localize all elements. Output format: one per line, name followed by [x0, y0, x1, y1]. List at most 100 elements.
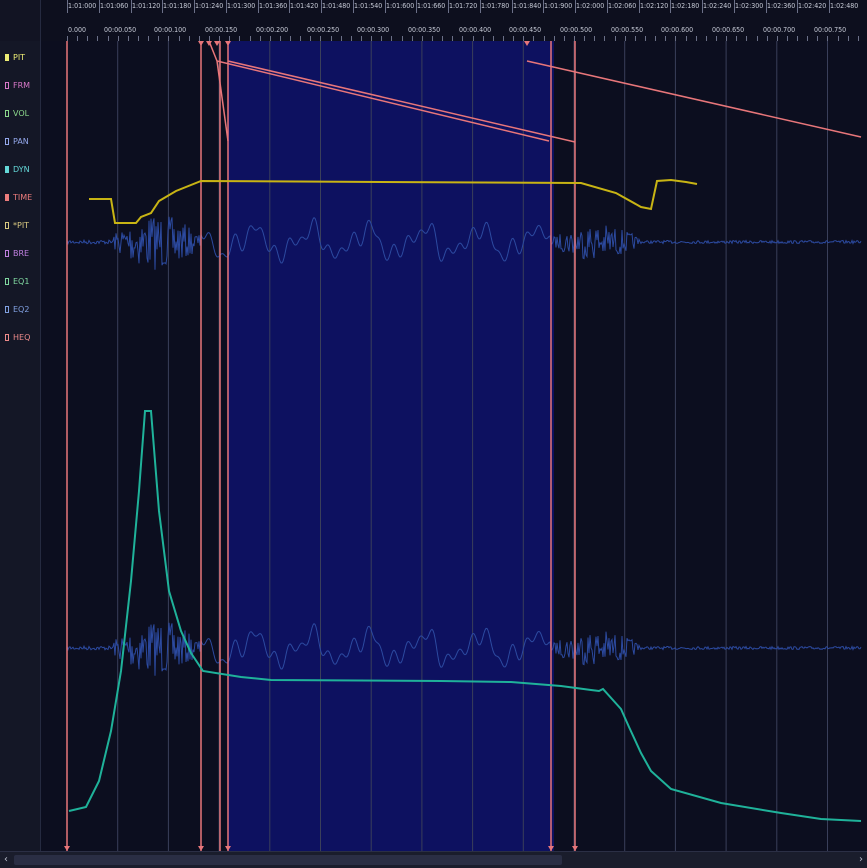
ruler-tick-label: 1:01:540 [353, 2, 383, 10]
ruler-time-label: 00:00.600 [661, 26, 694, 34]
ruler-tick-label: 1:01:120 [131, 2, 160, 10]
ruler-tick-label: 1:02:120 [639, 2, 668, 10]
ruler-tick [479, 0, 481, 13]
parameter-sidebar: PIT FRM VOL PAN DYN TIME *PIT BRE EQ1 EQ2 HEQ [0, 0, 41, 851]
scroll-right-icon[interactable]: › [855, 853, 867, 867]
ruler-tick-label: 1:01:480 [322, 2, 351, 10]
ruler-tick [797, 0, 799, 13]
ruler-tick [702, 0, 703, 13]
ruler-tick [733, 0, 735, 13]
ruler-tick-label: 1:01:360 [258, 2, 287, 10]
ruler-tick-label: 1:02:060 [607, 2, 637, 10]
ruler-time-label: 00:00.300 [357, 26, 390, 34]
ruler-time-label: 00:00.500 [560, 26, 593, 34]
ruler-tick-label: 1:01:000 [68, 2, 97, 10]
param-label: EQ1 [13, 276, 30, 286]
horizontal-scrollbar[interactable]: ‹ › [0, 851, 867, 868]
ruler-tick [352, 0, 354, 13]
param-toggle-box[interactable] [5, 137, 9, 145]
param-toggle-pit[interactable]: PIT [0, 47, 40, 67]
param-toggle-pan[interactable]: PAN [0, 131, 40, 151]
ruler-tick-label: 1:01:720 [449, 2, 478, 10]
param-label: TIME [13, 192, 33, 202]
ruler-tick [670, 0, 672, 13]
ruler-tick [162, 0, 164, 13]
ruler-tick-label: 1:01:600 [385, 2, 414, 10]
ruler-tick [225, 0, 227, 13]
ruler-tick [765, 0, 767, 13]
ruler-time-label: 00:00.250 [306, 26, 339, 34]
param-label: EQ2 [13, 304, 30, 314]
param-toggle-box[interactable] [5, 333, 9, 341]
ruler-tick-label: 1:02:360 [766, 2, 795, 10]
ruler-tick-label: 1:02:420 [798, 2, 827, 10]
scroll-left-icon[interactable]: ‹ [0, 853, 12, 867]
param-toggle-box[interactable] [5, 249, 9, 257]
param-label: PAN [13, 136, 29, 146]
time-ruler[interactable]: 1:01:000 1:01:060 1:01:120 1:01:180 1:01:240… [41, 0, 867, 42]
ruler-tick-label: 1:01:180 [163, 2, 192, 10]
param-toggle-bre[interactable]: BRE [0, 243, 40, 263]
param-toggle-box[interactable] [5, 193, 9, 201]
ruler-tick [511, 0, 513, 13]
param-toggle-box[interactable] [5, 165, 9, 173]
ruler-tick [384, 0, 386, 13]
ruler-tick [130, 0, 132, 13]
param-toggle-vol[interactable]: VOL [0, 103, 40, 123]
param-toggle-eq2[interactable]: EQ2 [0, 299, 40, 319]
ruler-tick [575, 0, 576, 13]
param-label: VOL [13, 108, 30, 118]
ruler-tick-label: 1:02:000 [576, 2, 605, 10]
param-label: HEQ [13, 332, 31, 342]
ruler-tick [289, 0, 291, 13]
ruler-time-label: 00:00.050 [103, 26, 136, 34]
scrollbar-thumb[interactable] [14, 855, 562, 865]
ruler-tick-label: 1:02:180 [671, 2, 700, 10]
ruler-tick-label: 1:02:300 [734, 2, 764, 10]
ruler-tick-label: 1:01:300 [226, 2, 256, 10]
param-label: PIT [13, 52, 26, 62]
ruler-time-label: 00:00.650 [712, 26, 745, 34]
ruler-tick [321, 0, 322, 13]
ruler-tick [606, 0, 608, 13]
param-label: DYN [13, 164, 30, 174]
param-toggle-box[interactable] [5, 277, 9, 285]
ruler-tick [257, 0, 259, 13]
ruler-tick [194, 0, 195, 13]
param-toggle-eq1[interactable]: EQ1 [0, 271, 40, 291]
ruler-tick-label: 1:01:240 [195, 2, 224, 10]
param-toggle-star-pit[interactable]: *PIT [0, 215, 40, 235]
param-toggle-box[interactable] [5, 109, 9, 117]
ruler-tick [448, 0, 449, 13]
ruler-tick-label: 1:01:060 [99, 2, 129, 10]
ruler-time-label: 00:00.750 [813, 26, 846, 34]
ruler-tick-label: 1:01:840 [512, 2, 541, 10]
ruler-tick-label: 1:01:660 [417, 2, 446, 10]
ruler-tick-label: 1:02:480 [830, 2, 859, 10]
ruler-time-label: 0.000 [68, 26, 87, 34]
param-toggle-box[interactable] [5, 221, 9, 229]
ruler-tick-label: 1:01:420 [290, 2, 319, 10]
ruler-tick-label: 1:01:900 [544, 2, 573, 10]
param-toggle-heq[interactable]: HEQ [0, 327, 40, 347]
ruler-time-label: 00:00.700 [762, 26, 795, 34]
param-label: BRE [13, 248, 30, 258]
sidebar-header [0, 0, 40, 41]
ruler-time-label: 00:00.350 [407, 26, 441, 34]
param-label: *PIT [13, 220, 30, 230]
ruler-time-label: 00:00.400 [458, 26, 491, 34]
selection-region[interactable] [228, 41, 554, 851]
param-toggle-frm[interactable]: FRM [0, 75, 40, 95]
ruler-tick [638, 0, 640, 13]
editor-plot-area[interactable] [41, 41, 867, 851]
ruler-tick [416, 0, 418, 13]
param-toggle-box[interactable] [5, 81, 9, 89]
param-toggle-dyn[interactable]: DYN [0, 159, 40, 179]
param-toggle-box[interactable] [5, 305, 9, 313]
param-toggle-box[interactable] [5, 53, 9, 61]
ruler-tick [543, 0, 545, 13]
ruler-time-label: 00:00.450 [509, 26, 542, 34]
ruler-time-label: 00:00.550 [610, 26, 643, 34]
param-toggle-time[interactable]: TIME [0, 187, 40, 207]
ruler-time-label: 00:00.100 [154, 26, 187, 34]
